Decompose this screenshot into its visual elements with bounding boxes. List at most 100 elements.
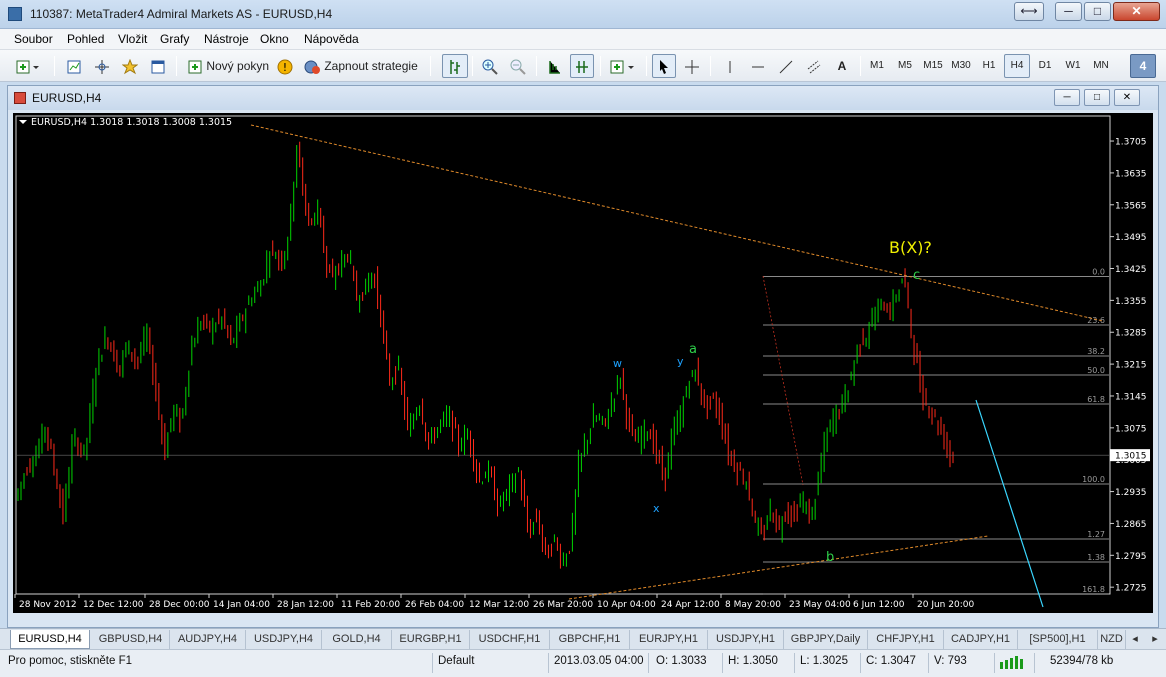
menu-nastroje[interactable]: Nástroje <box>204 32 249 46</box>
tab-usdchf-h1[interactable]: USDCHF,H1 <box>470 630 550 649</box>
timeframe-m1[interactable]: M1 <box>864 54 890 78</box>
chart-shift-button[interactable] <box>570 54 594 78</box>
warning-icon: ! <box>277 59 293 75</box>
price-tick-label: 1.3495 <box>1115 233 1147 243</box>
new-order-button[interactable]: Nový pokyn <box>184 54 272 78</box>
crosshair-nav-button[interactable] <box>90 54 114 78</box>
wave-label: a <box>689 342 697 357</box>
window-icon <box>151 60 165 74</box>
price-tick-label: 1.2935 <box>1115 488 1147 498</box>
support-trendline[interactable] <box>568 535 989 600</box>
timeframe-h4[interactable]: H4 <box>1004 54 1030 78</box>
toolbar-separator <box>54 56 55 76</box>
fib-level-label: 1.38 <box>1087 553 1105 562</box>
tabs-scroll-left-icon[interactable]: ◂ <box>1126 630 1144 649</box>
price-chart[interactable]: 0.0 23.6 38.2 50.0 61.8 100.0 1.27 1.38 161.8 1.… <box>13 113 1153 613</box>
time-tick-label: 11 Feb 20:00 <box>341 600 400 610</box>
connection-status-icon[interactable] <box>1000 656 1028 670</box>
status-profile[interactable]: Default <box>438 655 474 667</box>
status-open: O: 1.3033 <box>656 655 707 667</box>
price-tick-label: 1.3075 <box>1115 424 1147 434</box>
timeframe-m30[interactable]: M30 <box>948 54 974 78</box>
chart-canvas[interactable]: 0.0 23.6 38.2 50.0 61.8 100.0 1.27 1.38 161.8 1.… <box>13 113 1153 613</box>
new-order-icon <box>188 60 202 74</box>
favorites-button[interactable] <box>118 54 142 78</box>
tab-gbpusd-h4[interactable]: GBPUSD,H4 <box>92 630 170 649</box>
auto-scroll-button[interactable] <box>542 54 566 78</box>
tab-audjpy-h4[interactable]: AUDJPY,H4 <box>170 630 246 649</box>
timeframe-h1[interactable]: H1 <box>976 54 1002 78</box>
price-tick-label: 1.2725 <box>1115 584 1147 594</box>
menu-okno[interactable]: Okno <box>260 32 289 46</box>
price-tick-label: 1.3215 <box>1115 361 1147 371</box>
tab-eurgbp-h1[interactable]: EURGBP,H1 <box>392 630 470 649</box>
tab-nzd[interactable]: NZD <box>1098 630 1126 649</box>
terminal-button[interactable] <box>146 54 170 78</box>
status-separator <box>548 653 549 673</box>
maximize-button[interactable]: □ <box>1084 2 1111 21</box>
fib-level-label: 1.27 <box>1087 530 1105 539</box>
time-tick-label: 28 Nov 2012 <box>19 600 77 610</box>
close-button[interactable]: ✕ <box>1113 2 1160 21</box>
equidistant-channel-button[interactable] <box>802 54 826 78</box>
notification-badge-button[interactable]: 4 <box>1130 54 1156 78</box>
vertical-line-button[interactable] <box>718 54 742 78</box>
zoom-in-button[interactable] <box>478 54 502 78</box>
cursor-tool-button[interactable] <box>652 54 676 78</box>
chart-maximize-button[interactable]: □ <box>1084 89 1110 106</box>
zoom-out-button[interactable] <box>506 54 530 78</box>
timeframe-d1[interactable]: D1 <box>1032 54 1058 78</box>
tab-gold-h4[interactable]: GOLD,H4 <box>322 630 392 649</box>
crosshair-icon <box>685 59 699 74</box>
chart-minimize-button[interactable]: ─ <box>1054 89 1080 106</box>
timeframe-mn[interactable]: MN <box>1088 54 1114 78</box>
wave-label: B(X)? <box>889 238 932 257</box>
toolbar-separator <box>646 56 647 76</box>
indicators-button[interactable] <box>606 54 640 78</box>
move-icon <box>95 59 109 74</box>
switch-window-button[interactable]: ⟷ <box>1014 2 1044 21</box>
text-tool-button[interactable]: A <box>830 54 854 78</box>
trendline-button[interactable] <box>774 54 798 78</box>
tab-cadjpy-h1[interactable]: CADJPY,H1 <box>944 630 1018 649</box>
chart-close-button[interactable]: ✕ <box>1114 89 1140 106</box>
chart-window: EURUSD,H4 ─ □ ✕ 0.0 23.6 38.2 50.0 61.8 100.0… <box>7 85 1159 628</box>
new-chart-button[interactable] <box>8 54 48 78</box>
minimize-button[interactable]: ─ <box>1055 2 1082 21</box>
time-tick-label: 20 Jun 20:00 <box>917 600 974 610</box>
menu-soubor[interactable]: Soubor <box>14 32 53 46</box>
fibonacci-levels[interactable]: 0.0 23.6 38.2 50.0 61.8 100.0 1.27 1.38 161.8 <box>762 268 1109 595</box>
tab-usdjpy-h4[interactable]: USDJPY,H4 <box>246 630 322 649</box>
tab-gbpjpy-daily[interactable]: GBPJPY,Daily <box>784 630 868 649</box>
timeframe-m5[interactable]: M5 <box>892 54 918 78</box>
menu-napoveda[interactable]: Nápověda <box>304 32 359 46</box>
fib-trendline[interactable] <box>762 275 804 486</box>
tab-gbpchf-h1[interactable]: GBPCHF,H1 <box>550 630 630 649</box>
projection-line[interactable] <box>975 399 1044 608</box>
warning-button[interactable]: ! <box>274 54 296 78</box>
profiles-button[interactable] <box>62 54 86 78</box>
tab-eurusd-h4[interactable]: EURUSD,H4 <box>10 630 90 649</box>
time-tick-label: 26 Feb 04:00 <box>405 600 464 610</box>
bar-chart-button[interactable] <box>442 54 468 78</box>
price-tick-label: 1.2865 <box>1115 520 1147 530</box>
menu-vlozit[interactable]: Vložit <box>118 32 147 46</box>
tabs-scroll-right-icon[interactable]: ▸ <box>1146 630 1164 649</box>
horizontal-line-button[interactable] <box>746 54 770 78</box>
crosshair-tool-button[interactable] <box>680 54 704 78</box>
collapse-arrow-icon[interactable] <box>19 120 27 124</box>
tab-chfjpy-h1[interactable]: CHFJPY,H1 <box>868 630 944 649</box>
time-tick-label: 28 Jan 12:00 <box>277 600 334 610</box>
tab-eurjpy-h1[interactable]: EURJPY,H1 <box>630 630 708 649</box>
timeframe-m15[interactable]: M15 <box>920 54 946 78</box>
menu-grafy[interactable]: Grafy <box>160 32 189 46</box>
menu-pohled[interactable]: Pohled <box>67 32 104 46</box>
cursor-icon <box>660 59 668 74</box>
wave-label: w <box>613 357 622 370</box>
tab-sp500-h1[interactable]: [SP500],H1 <box>1018 630 1098 649</box>
resistance-trendline[interactable] <box>250 124 1104 322</box>
fib-level-label: 23.6 <box>1087 316 1105 325</box>
tab-usdjpy-h1[interactable]: USDJPY,H1 <box>708 630 784 649</box>
toggle-strategies-button[interactable]: Zapnout strategie <box>300 54 424 78</box>
timeframe-w1[interactable]: W1 <box>1060 54 1086 78</box>
